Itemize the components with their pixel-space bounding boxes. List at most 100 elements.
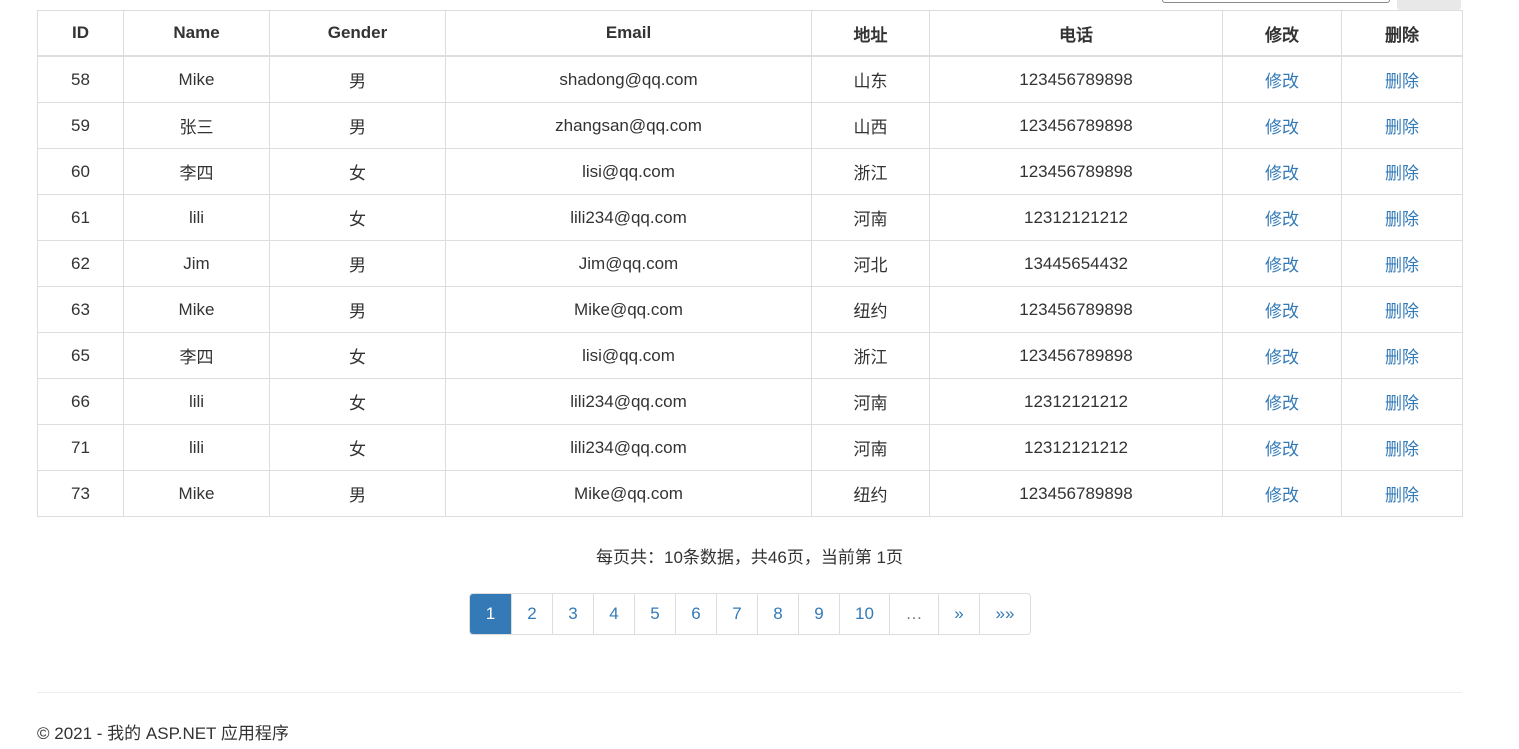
delete-link[interactable]: 删除 xyxy=(1385,486,1419,505)
cell-phone: 12312121212 xyxy=(929,194,1223,241)
cell-name: 李四 xyxy=(123,148,270,195)
edit-link[interactable]: 修改 xyxy=(1265,118,1299,137)
cell-address: 河南 xyxy=(811,194,930,241)
cell-email: lili234@qq.com xyxy=(445,194,812,241)
column-header-email: Email xyxy=(445,10,812,57)
cell-address: 纽约 xyxy=(811,286,930,333)
cell-email: Mike@qq.com xyxy=(445,286,812,333)
search-button[interactable] xyxy=(1397,0,1461,10)
cell-delete: 删除 xyxy=(1341,470,1463,517)
cell-gender: 女 xyxy=(269,424,446,471)
column-header-gender: Gender xyxy=(269,10,446,57)
cell-address: 山东 xyxy=(811,55,930,103)
delete-link[interactable]: 删除 xyxy=(1385,256,1419,275)
edit-link[interactable]: 修改 xyxy=(1265,72,1299,91)
cell-id: 66 xyxy=(37,378,124,425)
cell-id: 62 xyxy=(37,240,124,287)
cell-address: 河南 xyxy=(811,378,930,425)
cell-gender: 男 xyxy=(269,470,446,517)
cell-email: Jim@qq.com xyxy=(445,240,812,287)
cell-gender: 女 xyxy=(269,194,446,241)
cell-gender: 女 xyxy=(269,148,446,195)
search-input[interactable] xyxy=(1162,0,1390,3)
cell-name: 张三 xyxy=(123,102,270,149)
delete-link[interactable]: 删除 xyxy=(1385,440,1419,459)
delete-link[interactable]: 删除 xyxy=(1385,118,1419,137)
cell-delete: 删除 xyxy=(1341,194,1463,241)
page-link-6[interactable]: 6 xyxy=(675,594,716,634)
edit-link[interactable]: 修改 xyxy=(1265,348,1299,367)
cell-email: lisi@qq.com xyxy=(445,148,812,195)
edit-link[interactable]: 修改 xyxy=(1265,302,1299,321)
page-link-4[interactable]: 4 xyxy=(593,594,634,634)
cell-email: lili234@qq.com xyxy=(445,424,812,471)
cell-phone: 123456789898 xyxy=(929,55,1223,103)
cell-phone: 123456789898 xyxy=(929,470,1223,517)
cell-address: 山西 xyxy=(811,102,930,149)
table-row: 61 lili 女 lili234@qq.com 河南 12312121212 … xyxy=(37,194,1463,241)
cell-delete: 删除 xyxy=(1341,378,1463,425)
cell-edit: 修改 xyxy=(1222,378,1342,425)
cell-edit: 修改 xyxy=(1222,55,1342,103)
cell-id: 59 xyxy=(37,102,124,149)
page: ID Name Gender Email 地址 电话 修改 删除 58 Mike… xyxy=(0,0,1519,749)
next-page-button[interactable]: » xyxy=(938,594,979,634)
edit-link[interactable]: 修改 xyxy=(1265,440,1299,459)
cell-edit: 修改 xyxy=(1222,286,1342,333)
cell-gender: 男 xyxy=(269,240,446,287)
delete-link[interactable]: 删除 xyxy=(1385,72,1419,91)
page-link-8[interactable]: 8 xyxy=(757,594,798,634)
page-link-10[interactable]: 10 xyxy=(839,594,889,634)
page-link-5[interactable]: 5 xyxy=(634,594,675,634)
cell-id: 73 xyxy=(37,470,124,517)
user-table: ID Name Gender Email 地址 电话 修改 删除 58 Mike… xyxy=(37,10,1463,517)
edit-link[interactable]: 修改 xyxy=(1265,394,1299,413)
cell-address: 浙江 xyxy=(811,332,930,379)
table-row: 66 lili 女 lili234@qq.com 河南 12312121212 … xyxy=(37,378,1463,425)
cell-name: 李四 xyxy=(123,332,270,379)
cell-email: lisi@qq.com xyxy=(445,332,812,379)
cell-email: lili234@qq.com xyxy=(445,378,812,425)
delete-link[interactable]: 删除 xyxy=(1385,348,1419,367)
cell-delete: 删除 xyxy=(1341,332,1463,379)
cell-gender: 女 xyxy=(269,332,446,379)
page-link-7[interactable]: 7 xyxy=(716,594,757,634)
page-link-3[interactable]: 3 xyxy=(552,594,593,634)
column-header-id: ID xyxy=(37,10,124,57)
footer-divider xyxy=(37,692,1462,693)
cell-id: 71 xyxy=(37,424,124,471)
last-page-button[interactable]: »» xyxy=(979,594,1030,634)
cell-id: 60 xyxy=(37,148,124,195)
cell-edit: 修改 xyxy=(1222,240,1342,287)
edit-link[interactable]: 修改 xyxy=(1265,256,1299,275)
cell-email: shadong@qq.com xyxy=(445,55,812,103)
page-link-1[interactable]: 1 xyxy=(470,594,511,634)
pagination: 1 2 3 4 5 6 7 8 9 10 … » »» xyxy=(469,593,1031,635)
page-link-9[interactable]: 9 xyxy=(798,594,839,634)
cell-phone: 12312121212 xyxy=(929,424,1223,471)
cell-address: 纽约 xyxy=(811,470,930,517)
cell-email: zhangsan@qq.com xyxy=(445,102,812,149)
edit-link[interactable]: 修改 xyxy=(1265,164,1299,183)
cell-name: lili xyxy=(123,378,270,425)
delete-link[interactable]: 删除 xyxy=(1385,394,1419,413)
table-row: 60 李四 女 lisi@qq.com 浙江 123456789898 修改 删… xyxy=(37,148,1463,195)
table-row: 58 Mike 男 shadong@qq.com 山东 123456789898… xyxy=(37,55,1463,103)
page-ellipsis: … xyxy=(889,594,938,634)
cell-phone: 123456789898 xyxy=(929,102,1223,149)
table-row: 65 李四 女 lisi@qq.com 浙江 123456789898 修改 删… xyxy=(37,332,1463,379)
cell-phone: 123456789898 xyxy=(929,286,1223,333)
page-link-2[interactable]: 2 xyxy=(511,594,552,634)
delete-link[interactable]: 删除 xyxy=(1385,210,1419,229)
delete-link[interactable]: 删除 xyxy=(1385,302,1419,321)
cell-gender: 男 xyxy=(269,286,446,333)
edit-link[interactable]: 修改 xyxy=(1265,210,1299,229)
cell-gender: 女 xyxy=(269,378,446,425)
column-header-phone: 电话 xyxy=(929,10,1223,57)
cell-id: 58 xyxy=(37,55,124,103)
edit-link[interactable]: 修改 xyxy=(1265,486,1299,505)
cell-name: Jim xyxy=(123,240,270,287)
delete-link[interactable]: 删除 xyxy=(1385,164,1419,183)
cell-name: Mike xyxy=(123,55,270,103)
cell-edit: 修改 xyxy=(1222,194,1342,241)
